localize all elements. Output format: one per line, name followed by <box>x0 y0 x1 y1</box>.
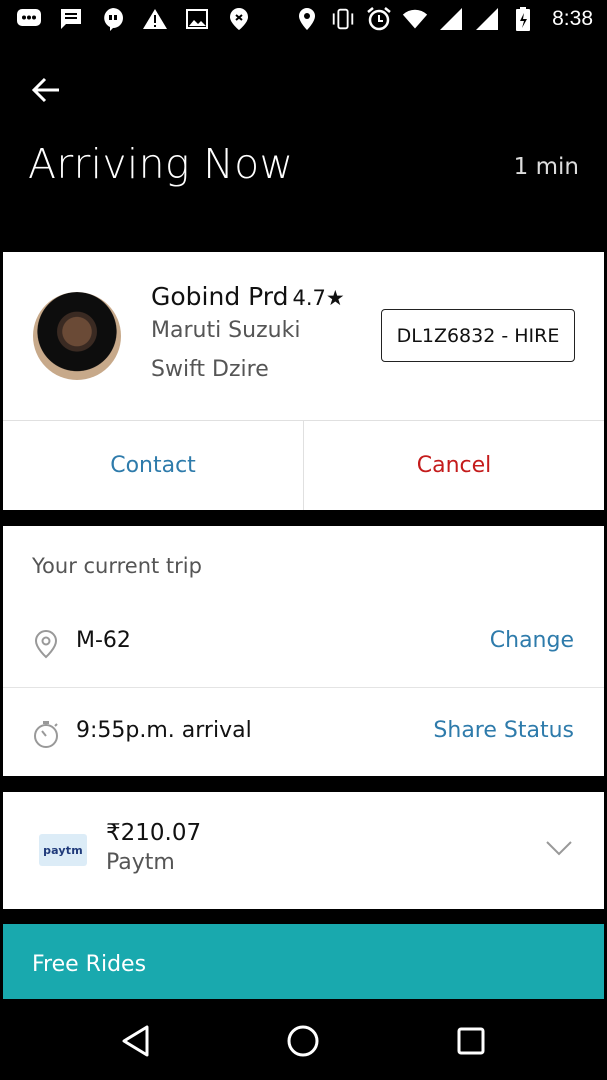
status-bar: 8:38 <box>0 0 607 40</box>
stopwatch-icon <box>31 718 61 750</box>
paytm-logo: paytm <box>39 834 87 866</box>
share-status-link[interactable]: Share Status <box>433 718 574 743</box>
page-title: Arriving Now <box>28 140 294 188</box>
arrival-text: 9:55p.m. arrival <box>76 718 252 743</box>
battery-charging-icon <box>510 6 536 32</box>
car-model: Swift Dzire <box>151 357 269 382</box>
destination-text: M-62 <box>76 628 131 653</box>
trip-card: Your current trip M-62 Change 9:55p.m. a… <box>3 526 604 776</box>
header: Arriving Now 1 min <box>0 40 607 250</box>
destination-row: M-62 Change <box>3 600 604 686</box>
trip-header: Your current trip <box>32 554 202 578</box>
driver-name: Gobind Prd <box>151 282 289 311</box>
cancel-button[interactable]: Cancel <box>304 421 604 510</box>
app-icon <box>226 6 252 32</box>
nav-back-button[interactable] <box>114 1019 158 1063</box>
chat-icon <box>100 6 126 32</box>
vibrate-icon <box>330 6 356 32</box>
arrival-row: 9:55p.m. arrival Share Status <box>3 690 604 776</box>
system-icons: 8:38 <box>294 6 593 32</box>
location-icon <box>294 6 320 32</box>
notification-icons <box>16 6 252 32</box>
driver-card: Gobind Prd 4.7★ Maruti Suzuki Swift Dzire… <box>3 252 604 510</box>
car-make: Maruti Suzuki <box>151 318 301 343</box>
signal-icon <box>438 6 464 32</box>
license-plate: DL1Z6832 - HIRE <box>381 309 575 362</box>
eta-label: 1 min <box>513 154 579 180</box>
clock: 8:38 <box>552 7 593 30</box>
nav-recents-button[interactable] <box>449 1019 493 1063</box>
payment-method: Paytm <box>106 850 175 875</box>
driver-avatar <box>33 292 121 380</box>
nav-home-button[interactable] <box>281 1019 325 1063</box>
contact-button[interactable]: Contact <box>3 421 303 510</box>
triangle-back-icon <box>122 1025 149 1057</box>
warning-icon <box>142 6 168 32</box>
free-rides-label: Free Rides <box>32 952 147 977</box>
fare-amount: ₹210.07 <box>106 820 202 846</box>
location-pin-icon <box>31 628 61 660</box>
alarm-icon <box>366 6 392 32</box>
chevron-down-icon[interactable] <box>544 838 574 858</box>
square-recents-icon <box>457 1027 485 1055</box>
arrow-left-icon <box>31 77 59 103</box>
message-icon <box>58 6 84 32</box>
driver-name-line: Gobind Prd 4.7★ <box>151 282 345 311</box>
messenger-icon <box>16 6 42 32</box>
driver-rating: 4.7★ <box>292 286 345 310</box>
wifi-icon <box>402 6 428 32</box>
change-destination-link[interactable]: Change <box>490 628 574 653</box>
free-rides-banner[interactable]: Free Rides <box>3 924 604 999</box>
circle-home-icon <box>287 1025 319 1057</box>
divider <box>3 687 604 688</box>
payment-card[interactable]: paytm ₹210.07 Paytm <box>3 792 604 909</box>
navigation-bar <box>0 999 607 1080</box>
signal-icon <box>474 6 500 32</box>
image-icon <box>184 6 210 32</box>
back-button[interactable] <box>26 70 66 110</box>
